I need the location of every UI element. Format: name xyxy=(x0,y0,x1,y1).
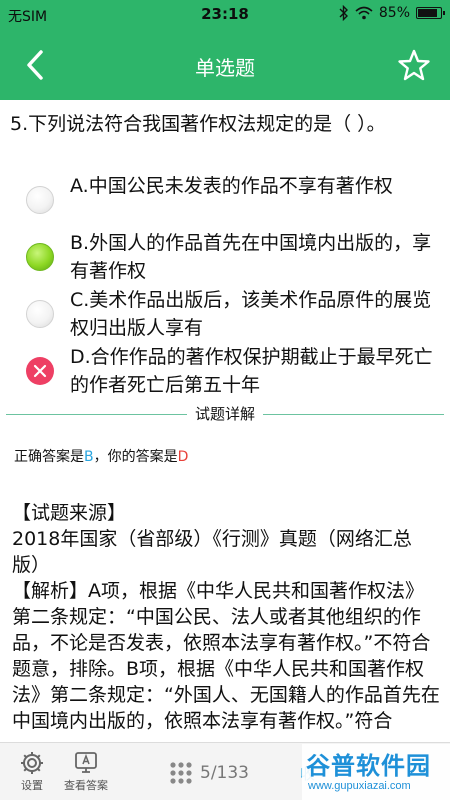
question-content: 5.下列说法符合我国著作权法规定的是（ ）。 A.中国公民未发表的作品不享有著作… xyxy=(0,100,450,742)
cross-icon xyxy=(33,364,47,378)
settings-label: 设置 xyxy=(21,779,43,792)
monitor-answer-icon xyxy=(75,752,97,773)
answer-separator: ，你的答案是 xyxy=(93,449,178,465)
favorite-button[interactable] xyxy=(394,45,434,85)
option-c-text: C.美术作品出版后，该美术作品原件的展览权归出版人享有 xyxy=(70,289,432,339)
status-right: 85% xyxy=(339,5,445,21)
view-answer-label: 查看答案 xyxy=(64,779,108,792)
grid-dots-icon xyxy=(170,762,192,784)
bluetooth-icon xyxy=(339,5,348,21)
view-answer-button[interactable]: 查看答案 xyxy=(64,749,108,793)
option-b[interactable]: B.外国人的作品首先在中国境内出版的，享有著作权 xyxy=(26,229,436,285)
star-outline-icon xyxy=(398,49,430,81)
radio-wrong-icon xyxy=(26,357,54,385)
battery-icon xyxy=(416,7,445,19)
wifi-icon xyxy=(355,6,373,20)
radio-unselected-icon xyxy=(26,300,54,328)
battery-percent: 85% xyxy=(378,5,410,21)
option-b-text: B.外国人的作品首先在中国境内出版的，享有著作权 xyxy=(70,232,432,282)
settings-button[interactable]: 设置 xyxy=(14,749,50,793)
option-a[interactable]: A.中国公民未发表的作品不享有著作权 xyxy=(26,172,436,214)
question-text: 5.下列说法符合我国著作权法规定的是（ ）。 xyxy=(10,113,386,135)
section-title-text: 试题详解 xyxy=(186,405,263,423)
nav-header: 单选题 xyxy=(0,30,450,100)
watermark-logo: 谷普软件园 www.gupuxiazai.com xyxy=(302,744,450,800)
option-a-text: A.中国公民未发表的作品不享有著作权 xyxy=(70,175,393,197)
watermark-url: www.gupuxiazai.com xyxy=(308,780,411,792)
option-d[interactable]: D.合作作品的著作权保护期截止于最早死亡的作者死亡后第五十年 xyxy=(26,343,436,399)
page-indicator[interactable]: 5/133 xyxy=(200,763,249,783)
section-title: 试题详解 xyxy=(0,403,450,424)
status-bar: 无SIM 23:18 85% xyxy=(0,0,450,30)
correct-prefix: 正确答案是 xyxy=(14,449,84,465)
gear-icon xyxy=(21,752,43,774)
question-grid-button[interactable] xyxy=(168,761,194,788)
correct-answer: B xyxy=(84,449,94,465)
radio-unselected-icon xyxy=(26,186,54,214)
option-c[interactable]: C.美术作品出版后，该美术作品原件的展览权归出版人享有 xyxy=(26,286,436,342)
explanation-text: 【试题来源】 2018年国家（省部级）《行测》真题（网络汇总版） 【解析】A项，… xyxy=(12,502,440,732)
page-title: 单选题 xyxy=(195,56,255,80)
option-d-text: D.合作作品的著作权保护期截止于最早死亡的作者死亡后第五十年 xyxy=(70,346,433,396)
radio-correct-icon xyxy=(26,243,54,271)
watermark-brand: 谷普软件园 xyxy=(306,752,431,780)
answer-summary: 正确答案是B，你的答案是D xyxy=(14,446,188,466)
your-answer: D xyxy=(177,449,189,465)
